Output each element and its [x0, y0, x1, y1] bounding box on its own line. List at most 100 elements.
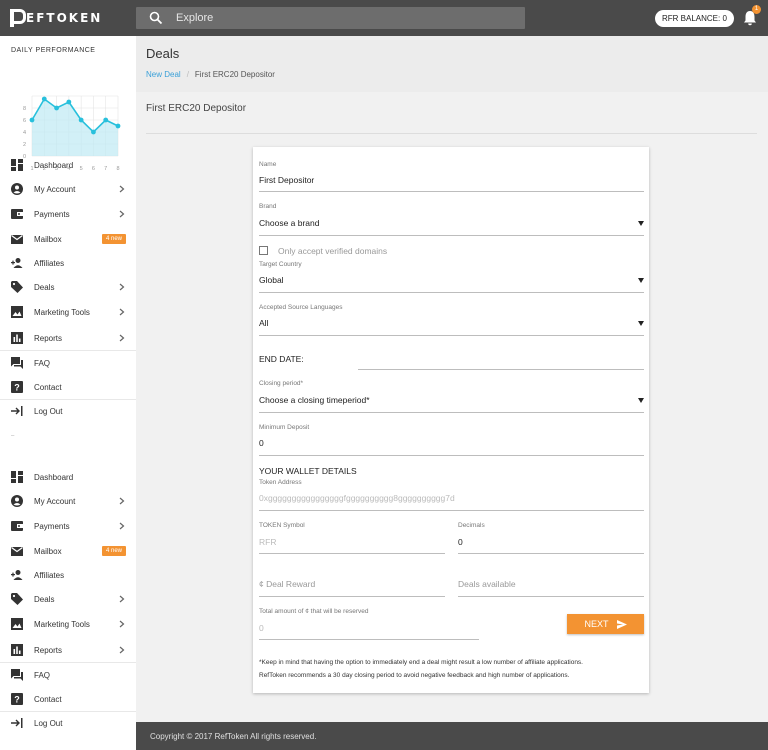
sidebar-item-contact[interactable]: ? Contact	[0, 375, 136, 399]
brand-dropdown-icon[interactable]	[638, 221, 644, 226]
secondary-sidebar-item-contact[interactable]: ? Contact	[0, 687, 136, 711]
sidebar-item-label: Deals	[34, 282, 55, 292]
help-icon: ?	[11, 381, 23, 393]
decimals-label: Decimals	[458, 522, 485, 529]
secondary-sidebar-item-marketing-tools[interactable]: Marketing Tools	[0, 612, 136, 636]
sidebar-item-label: Payments	[34, 209, 70, 219]
token-address-input[interactable]: 0xggggggggggggggggfgggggggggg8gggggggggg…	[259, 493, 455, 503]
brand-select[interactable]: Choose a brand	[259, 218, 320, 228]
secondary-sidebar-item-reports[interactable]: Reports	[0, 638, 136, 662]
country-select[interactable]: Global	[259, 275, 284, 285]
page-title: Deals	[146, 46, 180, 61]
wallet-icon	[11, 521, 23, 531]
chevron-right-icon	[119, 522, 125, 530]
sidebar-item-label: Log Out	[34, 718, 63, 728]
languages-select[interactable]: All	[259, 318, 268, 328]
rfr-balance-badge[interactable]: RFR BALANCE: 0	[655, 10, 734, 27]
verified-domains-label: Only accept verified domains	[278, 246, 388, 256]
country-dropdown-icon[interactable]	[638, 278, 644, 283]
chart-point	[103, 117, 109, 123]
dashboard-icon	[11, 159, 23, 171]
verified-domains-checkbox[interactable]	[259, 246, 268, 255]
wallet-icon	[11, 209, 23, 219]
mail-icon	[11, 547, 23, 556]
sidebar-item-affiliates[interactable]: Affiliates	[0, 251, 136, 275]
sidebar-divider	[0, 662, 136, 663]
next-button[interactable]: NEXT	[567, 614, 644, 634]
end-date-input[interactable]	[358, 369, 644, 370]
country-label: Target Country	[259, 261, 302, 268]
help-icon: ?	[11, 693, 23, 705]
chevron-right-icon	[119, 620, 125, 628]
languages-dropdown-icon[interactable]	[638, 321, 644, 326]
sidebar: DAILY PERFORMANCE 8642012345678 Dashboar…	[0, 36, 136, 750]
secondary-sidebar-item-mailbox[interactable]: Mailbox 4 new	[0, 539, 136, 563]
copyright-text: Copyright © 2017 RefToken All rights res…	[150, 732, 317, 741]
sidebar-item-marketing-tools[interactable]: Marketing Tools	[0, 300, 136, 324]
chart-area	[32, 99, 118, 156]
chart-point	[66, 99, 72, 105]
notification-count-badge: 1	[752, 5, 761, 14]
token-symbol-underline	[259, 553, 445, 554]
dashboard-icon	[11, 471, 23, 483]
secondary-sidebar-item-my-account[interactable]: My Account	[0, 489, 136, 513]
image-icon	[11, 618, 23, 630]
breadcrumb-current: First ERC20 Depositor	[194, 70, 275, 79]
deals-available-input[interactable]: Deals available	[458, 579, 516, 589]
secondary-sidebar-item-faq[interactable]: FAQ	[0, 663, 136, 687]
secondary-sidebar-item-affiliates[interactable]: Affiliates	[0, 563, 136, 587]
logout-icon	[11, 718, 23, 728]
min-deposit-label: Minimum Deposit	[259, 424, 310, 431]
daily-performance-title: DAILY PERFORMANCE	[11, 47, 96, 54]
sidebar-item-mailbox[interactable]: Mailbox 4 new	[0, 227, 136, 251]
sidebar-item-deals[interactable]: Deals	[0, 275, 136, 299]
total-reserved-input[interactable]: 0	[259, 623, 264, 633]
chart-point	[29, 117, 35, 123]
sidebar-item-label: Affiliates	[34, 258, 65, 268]
chevron-right-icon	[119, 497, 125, 505]
sidebar-item-label: FAQ	[34, 670, 51, 680]
deal-form-card: Name First Depositor Brand Choose a bran…	[253, 147, 649, 693]
secondary-sidebar-item-deals[interactable]: Deals	[0, 587, 136, 611]
search-input[interactable]: Explore	[176, 12, 213, 24]
secondary-sidebar-item-log-out[interactable]: Log Out	[0, 711, 136, 735]
name-input[interactable]: First Depositor	[259, 175, 314, 185]
sidebar-item-log-out[interactable]: Log Out	[0, 399, 136, 423]
secondary-sidebar-item-dashboard[interactable]: Dashboard	[0, 465, 136, 489]
footer: Copyright © 2017 RefToken All rights res…	[136, 722, 768, 750]
chevron-right-icon	[119, 308, 125, 316]
sidebar-item-label: Reports	[34, 645, 63, 655]
sidebar-item-label: Dashboard	[34, 472, 74, 482]
breadcrumb: New Deal / First ERC20 Depositor	[146, 70, 275, 79]
chart-point	[54, 105, 59, 111]
account-icon	[11, 183, 23, 195]
sidebar-item-label: Dashboard	[34, 160, 74, 170]
tag-icon	[11, 593, 23, 605]
svg-text:?: ?	[14, 383, 20, 393]
sidebar-item-payments[interactable]: Payments	[0, 202, 136, 226]
min-deposit-input[interactable]: 0	[259, 438, 264, 448]
forum-icon	[11, 357, 23, 369]
chart-point	[41, 96, 47, 102]
image-icon	[11, 306, 23, 318]
decimals-underline	[458, 553, 644, 554]
chart-point	[115, 123, 121, 129]
breadcrumb-new-deal[interactable]: New Deal	[146, 70, 181, 79]
decimals-input[interactable]: 0	[458, 537, 463, 547]
forum-icon	[11, 669, 23, 681]
sidebar-item-faq[interactable]: FAQ	[0, 351, 136, 375]
end-date-label: END DATE:	[259, 354, 304, 364]
search-icon	[149, 11, 163, 25]
deal-reward-input[interactable]: ¢ Deal Reward	[259, 579, 315, 589]
sidebar-item-dashboard[interactable]: Dashboard	[0, 153, 136, 177]
secondary-sidebar-item-payments[interactable]: Payments	[0, 514, 136, 538]
sidebar-item-my-account[interactable]: My Account	[0, 177, 136, 201]
reftoken-logo[interactable]: EFTOKEN	[10, 8, 102, 28]
closing-period-select[interactable]: Choose a closing timeperiod*	[259, 395, 370, 405]
deal-reward-underline	[259, 596, 445, 597]
chevron-right-icon	[119, 334, 125, 342]
search-bar[interactable]: Explore	[136, 7, 525, 29]
token-symbol-input[interactable]: RFR	[259, 537, 276, 547]
closing-period-dropdown-icon[interactable]	[638, 398, 644, 403]
sidebar-item-reports[interactable]: Reports	[0, 326, 136, 350]
